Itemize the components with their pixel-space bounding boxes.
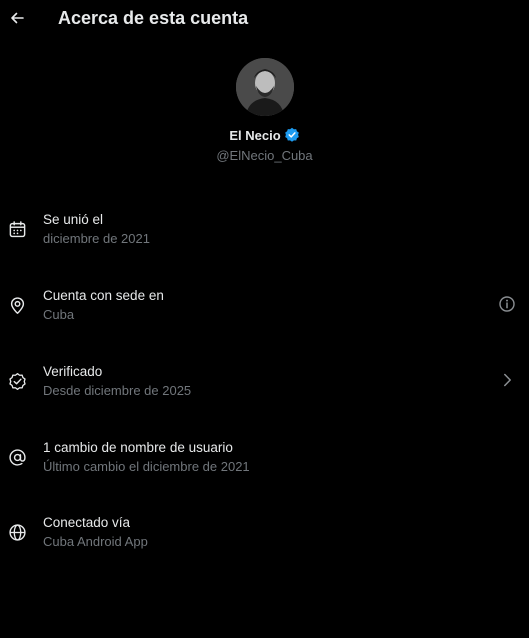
avatar-image: [235, 58, 294, 116]
row-subtitle: Desde diciembre de 2025: [43, 383, 192, 398]
row-title: 1 cambio de nombre de usuario: [43, 440, 233, 455]
name-row: El Necio: [0, 126, 529, 144]
header: Acerca de esta cuenta: [0, 0, 529, 38]
row-subtitle: Cuba: [43, 307, 75, 322]
arrow-left-icon: [11, 12, 24, 24]
avatar[interactable]: [235, 58, 294, 116]
chevron-right-icon[interactable]: [498, 371, 516, 389]
row-title: Cuenta con sede en: [43, 288, 164, 303]
display-name: El Necio: [229, 127, 281, 143]
info-row-joined: Se unió el diciembre de 2021: [0, 212, 529, 252]
row-title: Verificado: [43, 364, 103, 379]
row-subtitle: Cuba Android App: [43, 534, 148, 549]
row-title: Se unió el: [43, 212, 104, 227]
page-title: Acerca de esta cuenta: [58, 8, 249, 28]
row-title: Conectado vía: [43, 515, 131, 530]
at-sign-icon: [8, 448, 27, 467]
verified-badge-icon: [284, 127, 299, 142]
verified-check-icon: [8, 372, 27, 391]
username-handle: @ElNecio_Cuba: [216, 148, 313, 163]
calendar-icon: [8, 220, 27, 239]
info-row-verified[interactable]: Verificado Desde diciembre de 2025: [0, 364, 529, 404]
profile-section: El Necio @ElNecio_Cuba: [0, 58, 529, 163]
back-button[interactable]: [6, 7, 28, 29]
info-icon[interactable]: [498, 295, 516, 313]
globe-icon: [8, 523, 27, 542]
info-row-location: Cuenta con sede en Cuba: [0, 288, 529, 328]
location-pin-icon: [8, 296, 27, 315]
row-subtitle: Último cambio el diciembre de 2021: [43, 459, 250, 474]
info-row-username-changes: 1 cambio de nombre de usuario Último cam…: [0, 440, 529, 480]
row-subtitle: diciembre de 2021: [43, 231, 150, 246]
info-row-connected-via: Conectado vía Cuba Android App: [0, 515, 529, 555]
